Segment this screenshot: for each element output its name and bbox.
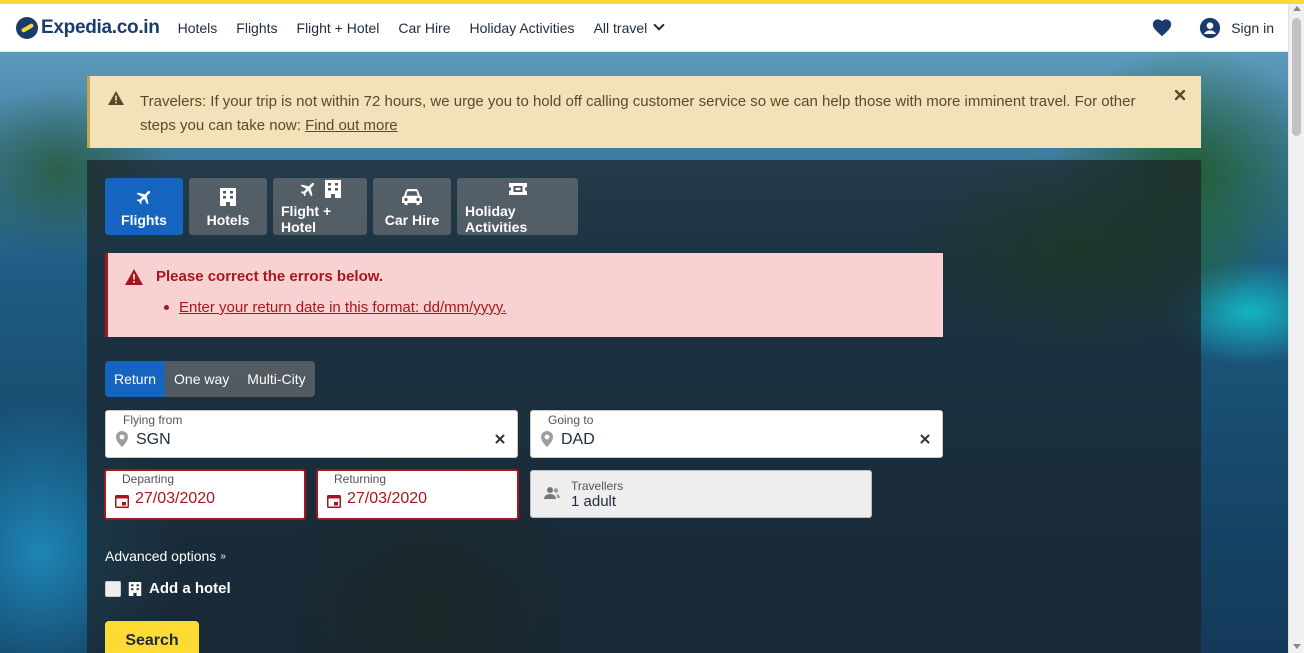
- location-pin-icon: [541, 431, 553, 447]
- return-date-error-link[interactable]: Enter your return date in this format: d…: [179, 299, 506, 316]
- trip-type-toggle: Return One way Multi-City: [105, 361, 315, 397]
- banner-text: Travelers: If your trip is not within 72…: [140, 93, 1136, 134]
- close-icon[interactable]: [1173, 88, 1187, 102]
- add-hotel-label: Add a hotel: [149, 580, 231, 597]
- nav-all-travel[interactable]: All travel: [593, 19, 665, 36]
- trip-type-return[interactable]: Return: [105, 361, 166, 397]
- error-list-item: Enter your return date in this format: d…: [164, 299, 506, 316]
- sign-in-label: Sign in: [1231, 20, 1274, 36]
- tab-label: Car Hire: [384, 211, 440, 228]
- nav-car-hire[interactable]: Car Hire: [398, 20, 450, 36]
- add-hotel-option[interactable]: Add a hotel: [105, 580, 231, 597]
- error-alert-icon: [125, 269, 143, 285]
- departing-label: Departing: [122, 472, 175, 486]
- going-to-field[interactable]: Going to DAD: [530, 410, 943, 458]
- flying-from-value[interactable]: SGN: [136, 431, 171, 449]
- header-actions: Sign in: [1151, 4, 1274, 52]
- nav-holiday-activities[interactable]: Holiday Activities: [470, 20, 575, 36]
- scrollbar-thumb[interactable]: [1292, 18, 1301, 136]
- search-button[interactable]: Search: [105, 621, 199, 653]
- advanced-options-label: Advanced options: [105, 548, 217, 564]
- tab-hotels[interactable]: Hotels: [189, 178, 267, 235]
- heart-icon[interactable]: [1151, 17, 1173, 39]
- nav-flights[interactable]: Flights: [236, 20, 277, 36]
- site-header: Expedia.co.in Hotels Flights Flight + Ho…: [0, 4, 1288, 52]
- page-scrollbar[interactable]: [1288, 4, 1304, 653]
- going-to-value[interactable]: DAD: [561, 431, 595, 449]
- calendar-icon: [115, 495, 129, 508]
- main-nav: Hotels Flights Flight + Hotel Car Hire H…: [178, 19, 665, 36]
- search-panel: Flights Hotels Flight + Hotel Car Hire H…: [87, 160, 1201, 653]
- car-icon: [402, 188, 422, 205]
- nav-hotels[interactable]: Hotels: [178, 20, 218, 36]
- tab-flight-hotel[interactable]: Flight + Hotel: [273, 178, 367, 235]
- trip-type-multi-city[interactable]: Multi-City: [238, 361, 315, 397]
- tab-label: Holiday Activities: [465, 203, 528, 235]
- clear-icon[interactable]: [920, 434, 930, 444]
- plane-icon: [300, 182, 315, 196]
- travel-advisory-banner: Travelers: If your trip is not within 72…: [87, 76, 1201, 148]
- scroll-up-arrow-icon[interactable]: [1293, 6, 1301, 11]
- advanced-options-toggle[interactable]: Advanced options »: [105, 548, 226, 564]
- chevron-down-icon: [653, 19, 665, 31]
- departing-value[interactable]: 27/03/2020: [135, 490, 215, 508]
- bullet: [164, 305, 169, 310]
- tab-flights[interactable]: Flights: [105, 178, 183, 235]
- user-icon: [1200, 17, 1221, 39]
- logo-text: Expedia.co.in: [41, 16, 160, 38]
- ticket-icon: [508, 182, 527, 195]
- tab-label: Hotels: [206, 211, 250, 228]
- expedia-logo[interactable]: Expedia.co.in: [16, 16, 160, 39]
- hotel-icon: [128, 581, 142, 596]
- banner-message: Travelers: If your trip is not within 72…: [140, 90, 1140, 138]
- travellers-label: Travellers: [571, 479, 624, 493]
- departing-date-field[interactable]: Departing 27/03/2020: [104, 469, 306, 520]
- location-pin-icon: [116, 431, 128, 447]
- hotel-icon: [325, 179, 341, 198]
- tab-label: Flight + Hotel: [281, 203, 332, 235]
- find-out-more-link[interactable]: Find out more: [305, 117, 398, 134]
- double-chevron-down-icon: »: [220, 550, 226, 562]
- scroll-down-arrow-icon[interactable]: [1293, 644, 1301, 649]
- travellers-icon: [544, 487, 560, 499]
- product-tabs: Flights Hotels Flight + Hotel Car Hire H…: [105, 178, 584, 235]
- error-title: Please correct the errors below.: [156, 268, 384, 285]
- going-to-label: Going to: [548, 413, 594, 427]
- nav-flight-hotel[interactable]: Flight + Hotel: [297, 20, 380, 36]
- flying-from-label: Flying from: [123, 413, 183, 427]
- sign-in-button[interactable]: Sign in: [1199, 17, 1274, 39]
- travellers-field[interactable]: Travellers 1 adult: [530, 470, 872, 518]
- trip-type-one-way[interactable]: One way: [165, 361, 239, 397]
- add-hotel-checkbox[interactable]: [105, 580, 121, 597]
- tab-label: Flights: [121, 211, 167, 228]
- returning-label: Returning: [334, 472, 387, 486]
- calendar-icon: [327, 495, 341, 508]
- nav-all-travel-label: All travel: [593, 19, 648, 36]
- travellers-value: 1 adult: [571, 493, 617, 510]
- clear-icon[interactable]: [495, 434, 505, 444]
- error-summary: Please correct the errors below. Enter y…: [105, 253, 943, 337]
- flying-from-field[interactable]: Flying from SGN: [105, 410, 518, 458]
- tab-holiday-activities[interactable]: Holiday Activities: [457, 178, 578, 235]
- returning-value[interactable]: 27/03/2020: [347, 490, 427, 508]
- returning-date-field[interactable]: Returning 27/03/2020: [316, 469, 519, 520]
- hotel-icon: [220, 187, 236, 206]
- expedia-logo-icon: [16, 16, 38, 39]
- tab-car-hire[interactable]: Car Hire: [373, 178, 451, 235]
- warning-icon: [108, 91, 124, 105]
- plane-icon: [136, 190, 151, 204]
